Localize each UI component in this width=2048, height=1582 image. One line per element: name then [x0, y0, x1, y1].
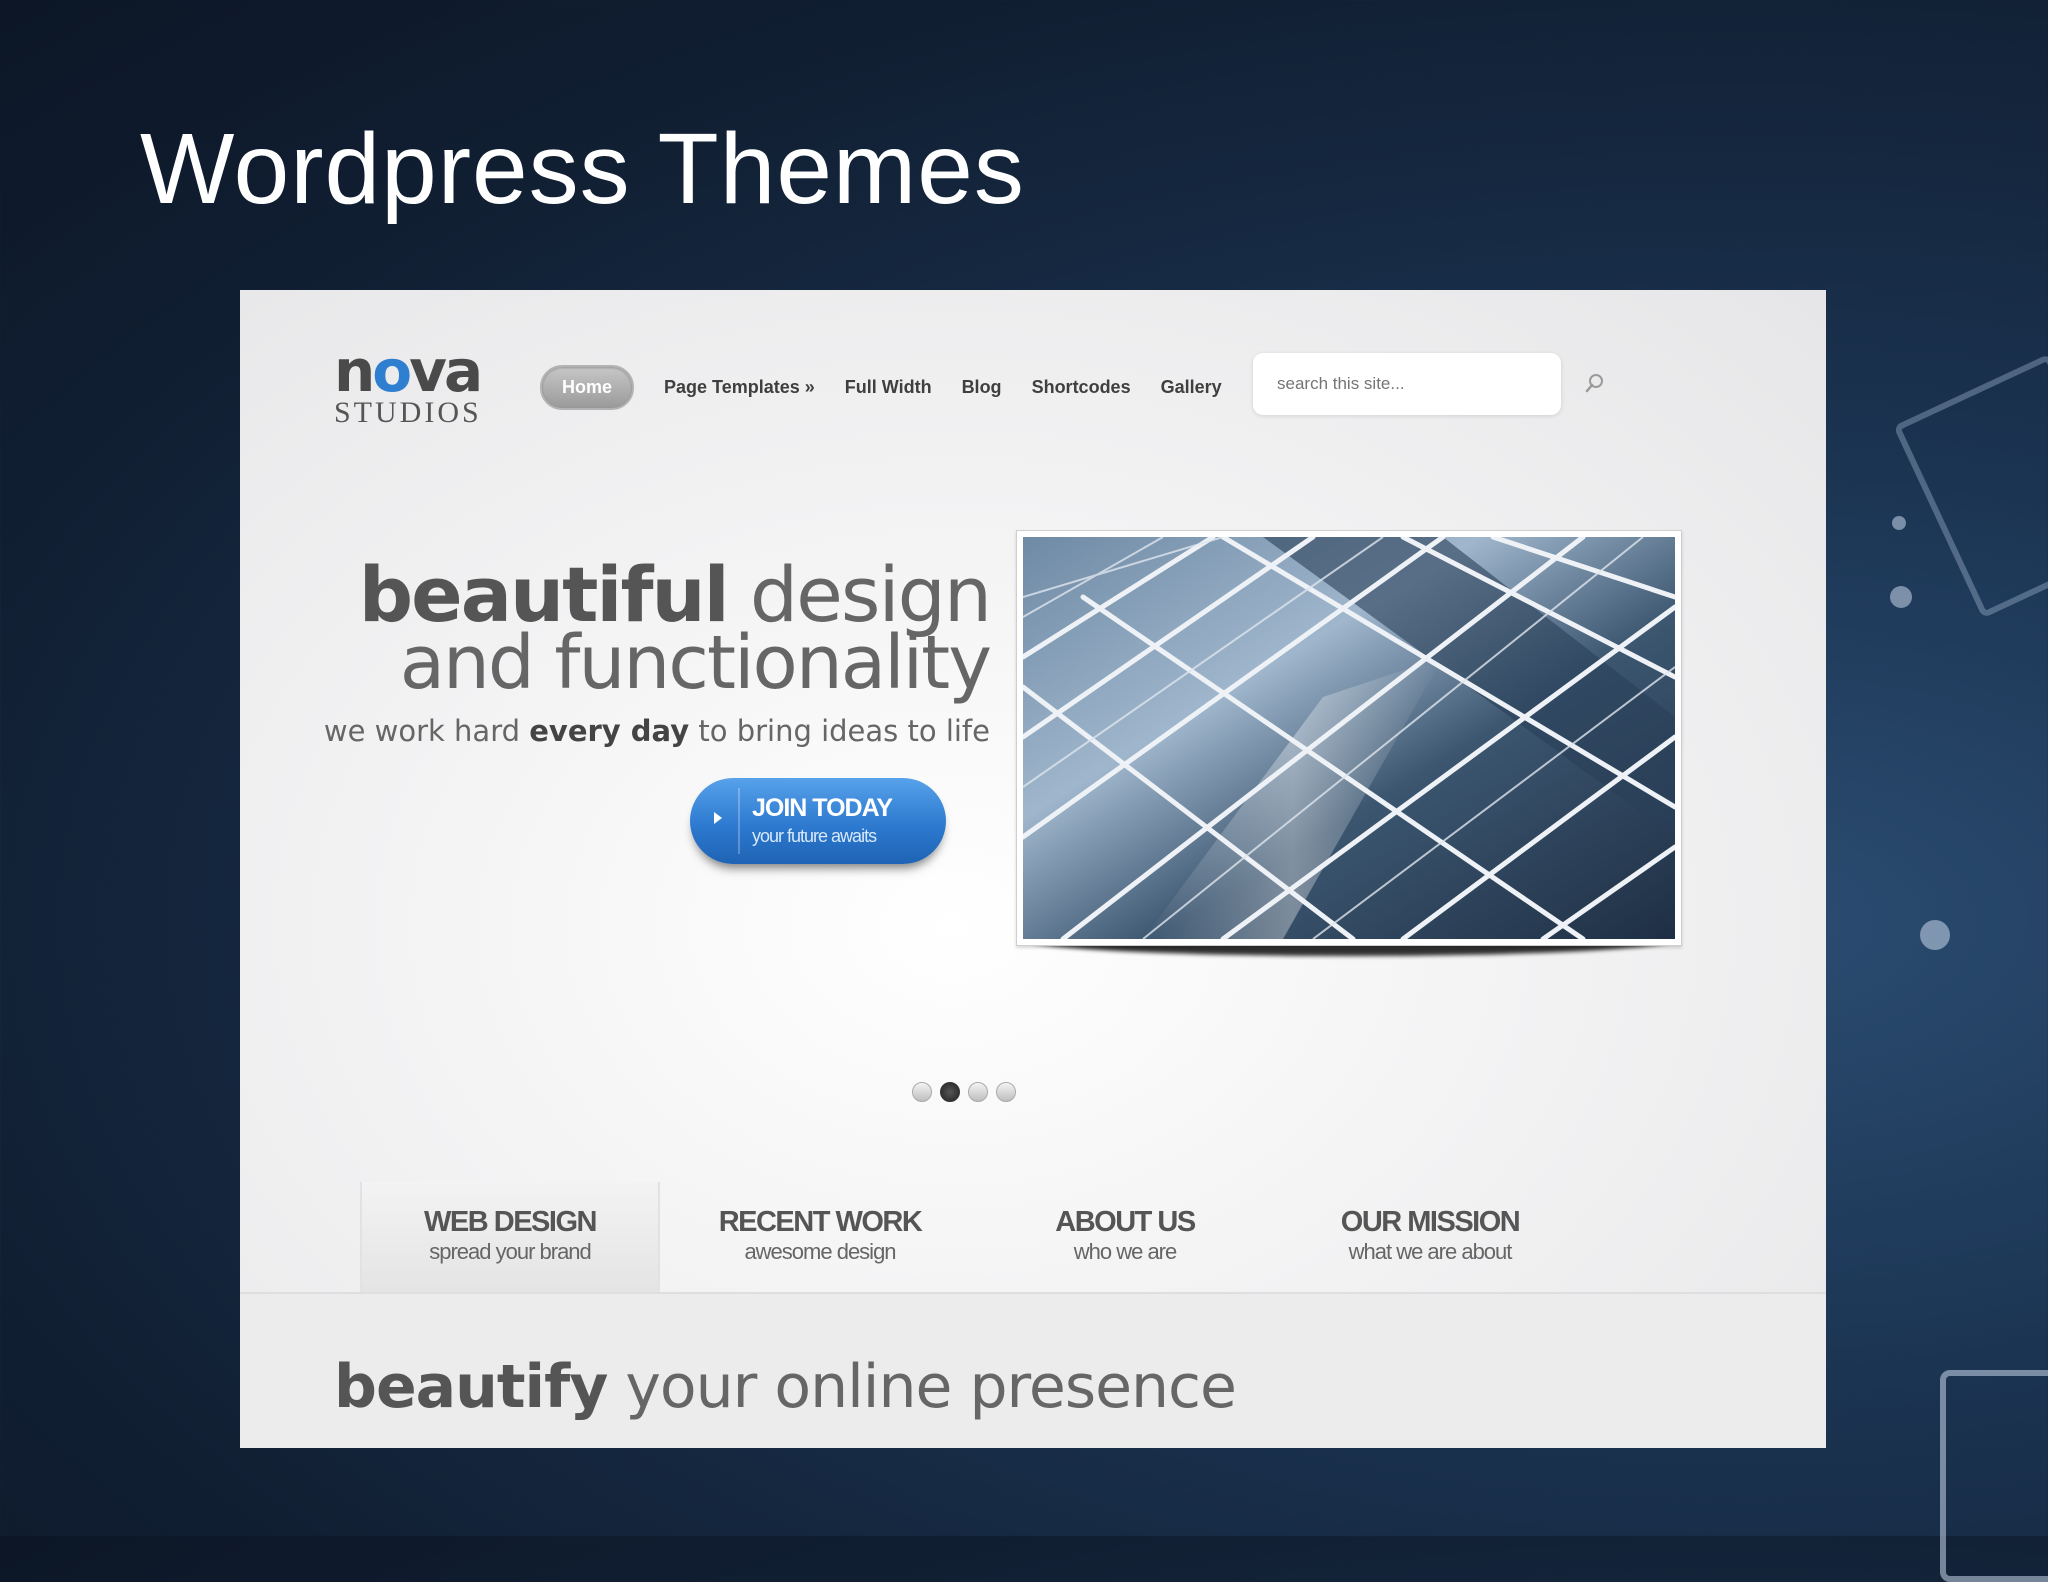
nav-item-gallery[interactable]: Gallery: [1161, 377, 1222, 398]
background-dot: [1920, 920, 1950, 950]
divider: [738, 788, 740, 854]
tab-subtitle: what we are about: [1348, 1239, 1513, 1264]
hero-subtitle: we work hard every day to bring ideas to…: [323, 714, 990, 748]
tagline-bold: beautify: [334, 1352, 608, 1422]
tab-title: ABOUT US: [1055, 1206, 1196, 1238]
arrow-right-icon: [714, 812, 722, 824]
site-logo[interactable]: nova STUDIOS: [334, 342, 504, 430]
background-decoration: [1893, 353, 2048, 619]
tab-recent-work[interactable]: RECENT WORK awesome design: [670, 1182, 970, 1292]
background-decoration: [1940, 1370, 2048, 1582]
background-dot: [1890, 586, 1912, 608]
tab-subtitle: who we are: [1073, 1239, 1178, 1264]
nav-item-blog[interactable]: Blog: [962, 377, 1002, 398]
nav-item-shortcodes[interactable]: Shortcodes: [1032, 377, 1131, 398]
hero-heading-line2: and functionality: [399, 620, 992, 706]
tab-title: OUR MISSION: [1340, 1206, 1521, 1238]
tab-title: RECENT WORK: [718, 1206, 923, 1238]
slide-title: Wordpress Themes: [140, 113, 1025, 225]
tagline-rest: your online presence: [625, 1352, 1237, 1422]
nav-item-page-templates[interactable]: Page Templates »: [664, 377, 815, 398]
join-button-subtitle: your future awaits: [752, 826, 877, 846]
join-today-button[interactable]: JOIN TODAY your future awaits: [690, 778, 946, 864]
main-nav: Home Page Templates » Full Width Blog Sh…: [540, 365, 1252, 410]
hero-image: [1023, 537, 1675, 939]
tab-about-us[interactable]: ABOUT US who we are: [975, 1182, 1275, 1292]
tab-subtitle: spread your brand: [429, 1239, 592, 1264]
tagline: beautify your online presence: [334, 1352, 1237, 1422]
slider-pagination: [912, 1082, 1016, 1102]
search-input[interactable]: [1253, 353, 1561, 415]
slider-dot-active[interactable]: [940, 1082, 960, 1102]
hero-image-frame: [1016, 530, 1682, 946]
tab-title: WEB DESIGN: [424, 1206, 597, 1238]
slider-dot[interactable]: [996, 1082, 1016, 1102]
slider-dot[interactable]: [912, 1082, 932, 1102]
slider-dot[interactable]: [968, 1082, 988, 1102]
search-icon[interactable]: [1584, 372, 1606, 394]
nav-item-full-width[interactable]: Full Width: [845, 377, 932, 398]
logo-wordmark: nova: [334, 337, 483, 405]
tabs-divider: [240, 1292, 1826, 1294]
join-button-title: JOIN TODAY: [752, 794, 893, 822]
background-dot: [1892, 516, 1906, 530]
tab-subtitle: awesome design: [744, 1239, 896, 1264]
theme-screenshot: nova STUDIOS Home Page Templates » Full …: [240, 290, 1826, 1448]
logo-subtitle: STUDIOS: [334, 396, 482, 429]
nav-item-home[interactable]: Home: [540, 365, 635, 410]
tab-web-design[interactable]: WEB DESIGN spread your brand: [360, 1182, 660, 1292]
tab-our-mission[interactable]: OUR MISSION what we are about: [1280, 1182, 1580, 1292]
hero-heading: beautiful design and functionality we wo…: [280, 557, 992, 749]
